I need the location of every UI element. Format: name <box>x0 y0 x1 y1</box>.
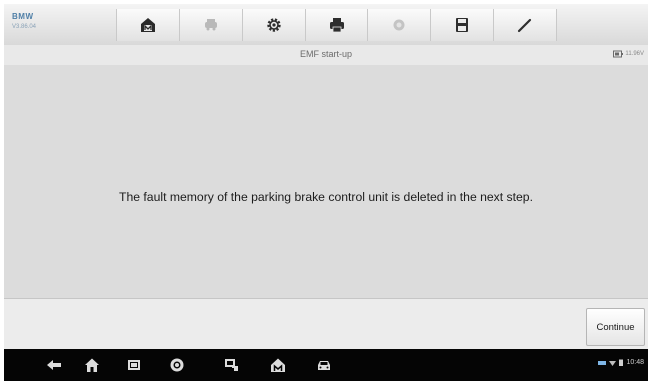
save-button[interactable] <box>431 9 495 41</box>
android-navigation-bar: 10:48 <box>4 349 648 381</box>
message-panel: The fault memory of the parking brake co… <box>4 65 648 298</box>
help-icon <box>393 19 405 31</box>
notification-icon <box>598 360 607 365</box>
battery-voltage: 11.96V <box>625 51 644 57</box>
back-button[interactable] <box>44 356 64 374</box>
print-button[interactable] <box>305 9 369 41</box>
recent-apps-icon <box>128 360 140 370</box>
help-button[interactable] <box>368 9 432 41</box>
function-title-bar: EMF start-up 11.96V <box>4 45 648 66</box>
car-icon <box>318 361 330 370</box>
vehicle-brand-badge: BMW V3.86.04 <box>10 10 110 40</box>
save-icon <box>456 18 469 32</box>
instruction-message: The fault memory of the parking brake co… <box>119 190 533 204</box>
battery-icon <box>613 50 624 58</box>
home-button[interactable] <box>117 9 180 41</box>
vehicle-swap-button[interactable] <box>179 9 243 41</box>
battery-status-icon <box>619 359 624 366</box>
edit-icon <box>517 18 532 33</box>
battery-voltage-indicator: 11.96V <box>613 50 644 58</box>
action-bar: Continue <box>4 298 648 349</box>
toolbar <box>116 9 558 41</box>
top-bar: BMW V3.86.04 <box>4 4 648 46</box>
home-icon <box>85 358 99 372</box>
browser-icon <box>170 358 184 372</box>
home-icon <box>140 18 155 32</box>
edit-button[interactable] <box>494 9 558 41</box>
home-nav-button[interactable] <box>82 356 102 374</box>
back-arrow-icon <box>47 360 61 370</box>
browser-button[interactable] <box>167 356 187 374</box>
software-version: V3.86.04 <box>12 24 37 30</box>
settings-button[interactable] <box>242 9 306 41</box>
page-title: EMF start-up <box>299 49 352 59</box>
clock: 10:48 <box>626 359 644 366</box>
wifi-icon <box>609 360 617 366</box>
maxisys-home-button[interactable] <box>268 356 288 374</box>
status-area: 10:48 <box>598 359 644 366</box>
continue-button[interactable]: Continue <box>586 308 645 346</box>
vehicle-swap-icon <box>204 19 217 31</box>
vci-icon <box>225 359 238 371</box>
print-icon <box>329 18 344 33</box>
vci-button[interactable] <box>222 356 242 374</box>
maxisys-home-icon <box>271 358 285 372</box>
brand-name: BMW <box>12 12 34 21</box>
vehicle-button[interactable] <box>314 356 334 374</box>
settings-icon <box>266 18 281 32</box>
recent-apps-button[interactable] <box>124 356 144 374</box>
